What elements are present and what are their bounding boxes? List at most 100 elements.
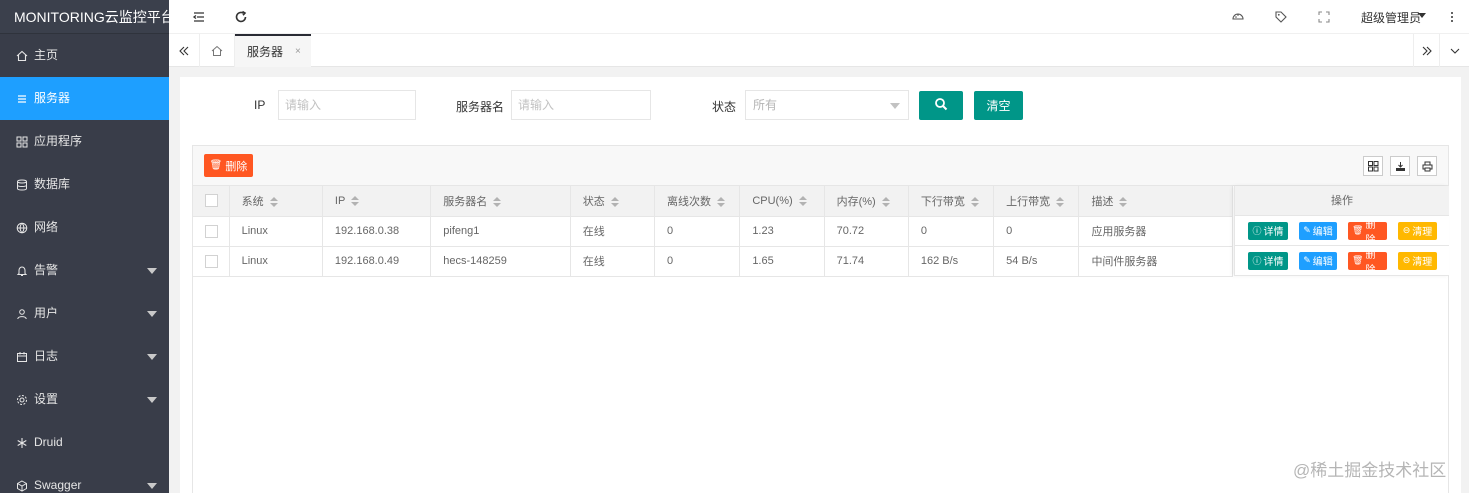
home-icon <box>16 50 28 62</box>
table-cell: 71.74 <box>824 246 909 277</box>
column-header[interactable]: 下行带宽 <box>908 186 995 217</box>
edit-label: 编辑 <box>1312 227 1333 238</box>
table-cell: 70.72 <box>824 216 909 247</box>
column-header-label: 描述 <box>1091 195 1114 208</box>
row-select-cell <box>193 216 230 247</box>
sort-icon[interactable] <box>881 196 890 207</box>
tabs-scroll-left-icon[interactable] <box>169 34 199 67</box>
operations-column: 操作 ⓘ 详情 ✎ 编辑 🗑︎ 删除 ⊖ 清理 ⓘ 详情 ✎ 编辑 🗑︎ 删除 ⊖ 清理 <box>1234 186 1449 276</box>
user-menu[interactable]: 超级管理员 <box>1361 9 1421 26</box>
sidebar-item-database[interactable]: 数据库 <box>0 163 169 206</box>
table-row[interactable]: Linux 192.168.0.38 pifeng1 在线 0 1.23 70.… <box>193 216 1233 247</box>
column-header[interactable]: 状态 <box>570 186 656 217</box>
select-all-checkbox[interactable] <box>205 194 218 208</box>
sidebar-item-druid[interactable]: Druid <box>0 421 169 464</box>
sidebar-item-swagger[interactable]: Swagger <box>0 464 169 493</box>
export-icon[interactable] <box>1390 156 1410 176</box>
table-row[interactable]: Linux 192.168.0.49 hecs-148259 在线 0 1.65… <box>193 246 1233 277</box>
batch-delete-button[interactable]: 🗑︎ 删除 <box>204 154 253 177</box>
apps-icon <box>16 136 28 148</box>
tabs-scroll-right-icon[interactable] <box>1413 34 1439 67</box>
server-name-input[interactable] <box>511 90 651 120</box>
operations-row: ⓘ 详情 ✎ 编辑 🗑︎ 删除 ⊖ 清理 <box>1235 246 1449 276</box>
select-all-cell <box>193 186 230 217</box>
table-cell: 中间件服务器 <box>1078 246 1233 277</box>
table-cell: 0 <box>654 216 741 247</box>
column-header[interactable]: 上行带宽 <box>993 186 1080 217</box>
sidebar-item-home[interactable]: 主页 <box>0 34 169 77</box>
edit-button[interactable]: ✎ 编辑 <box>1299 221 1337 240</box>
more-vertical-icon[interactable] <box>1444 9 1460 25</box>
column-header[interactable]: 内存(%) <box>824 186 909 217</box>
home-tab-icon[interactable] <box>199 34 235 67</box>
table-cell: 0 <box>908 216 995 247</box>
column-header[interactable]: IP <box>322 186 432 217</box>
chevron-down-icon <box>147 311 157 317</box>
column-header[interactable]: 描述 <box>1078 186 1233 217</box>
tab-servers[interactable]: 服务器 × <box>235 34 311 67</box>
main-card: IP 服务器名 状态 所有 清空 🗑︎ 删除 <box>180 77 1461 493</box>
sidebar-item-label: 设置 <box>34 392 59 406</box>
sidebar-item-settings[interactable]: 设置 <box>0 378 169 421</box>
columns-filter-icon[interactable] <box>1363 156 1383 176</box>
ip-input[interactable] <box>278 90 416 120</box>
status-select[interactable]: 所有 <box>745 90 909 120</box>
chevron-down-icon <box>147 268 157 274</box>
clear-button[interactable]: 清空 <box>974 91 1023 120</box>
print-icon[interactable] <box>1417 156 1437 176</box>
theme-icon[interactable] <box>1230 9 1246 25</box>
sidebar-item-alerts[interactable]: 告警 <box>0 249 169 292</box>
clean-button[interactable]: ⊖ 清理 <box>1398 221 1437 240</box>
column-header[interactable]: 服务器名 <box>430 186 571 217</box>
table-cell: 0 <box>654 246 741 277</box>
detail-label: 详情 <box>1263 257 1284 268</box>
sort-icon[interactable] <box>717 196 726 207</box>
sidebar-item-apps[interactable]: 应用程序 <box>0 120 169 163</box>
collapse-menu-icon[interactable] <box>191 9 207 25</box>
search-button[interactable] <box>919 91 963 120</box>
refresh-icon[interactable] <box>233 9 249 25</box>
clean-button[interactable]: ⊖ 清理 <box>1398 251 1437 270</box>
edit-label: 编辑 <box>1312 257 1333 268</box>
sort-icon[interactable] <box>1056 196 1065 207</box>
minus-circle-icon: ⊖ <box>1402 255 1411 265</box>
fullscreen-icon[interactable] <box>1316 9 1332 25</box>
sort-icon[interactable] <box>351 195 360 206</box>
row-checkbox[interactable] <box>205 224 218 238</box>
sidebar-item-label: 应用程序 <box>34 134 83 148</box>
sort-icon[interactable] <box>970 196 979 207</box>
detail-button[interactable]: ⓘ 详情 <box>1248 221 1288 240</box>
row-checkbox[interactable] <box>205 254 218 268</box>
delete-button[interactable]: 🗑︎ 删除 <box>1348 220 1387 246</box>
sidebar-item-logs[interactable]: 日志 <box>0 335 169 378</box>
sidebar-item-label: 数据库 <box>34 177 71 191</box>
detail-button[interactable]: ⓘ 详情 <box>1248 251 1288 270</box>
clean-label: 清理 <box>1412 257 1433 268</box>
column-header[interactable]: 系统 <box>229 186 323 217</box>
sort-icon[interactable] <box>269 196 278 207</box>
sort-icon[interactable] <box>610 196 619 207</box>
row-select-cell <box>193 246 230 277</box>
close-icon[interactable]: × <box>295 46 301 57</box>
sort-icon[interactable] <box>798 195 807 206</box>
table-cell: hecs-148259 <box>430 246 571 277</box>
tabs-menu-icon[interactable] <box>1439 34 1469 67</box>
sidebar-item-users[interactable]: 用户 <box>0 292 169 335</box>
sidebar-item-network[interactable]: 网络 <box>0 206 169 249</box>
table-cell: 在线 <box>570 246 656 277</box>
sort-icon[interactable] <box>493 196 502 207</box>
sidebar-item-label: 用户 <box>34 306 59 320</box>
column-header[interactable]: CPU(%) <box>739 186 825 217</box>
sort-icon[interactable] <box>1119 196 1128 207</box>
column-header[interactable]: 离线次数 <box>654 186 741 217</box>
info-icon: ⓘ <box>1252 226 1262 236</box>
sidebar-item-label: 服务器 <box>34 91 71 105</box>
tag-icon[interactable] <box>1273 9 1289 25</box>
database-icon <box>16 179 28 191</box>
snowflake-icon <box>16 437 28 449</box>
table-header-row: 系统 IP 服务器名 状态 离线次数 CPU(%) 内存(%) 下行带宽 上行带… <box>193 186 1233 217</box>
edit-button[interactable]: ✎ 编辑 <box>1299 251 1337 270</box>
sidebar-item-servers[interactable]: 服务器 <box>0 77 169 120</box>
sidebar-item-label: 日志 <box>34 349 59 363</box>
delete-button[interactable]: 🗑︎ 删除 <box>1348 250 1387 276</box>
